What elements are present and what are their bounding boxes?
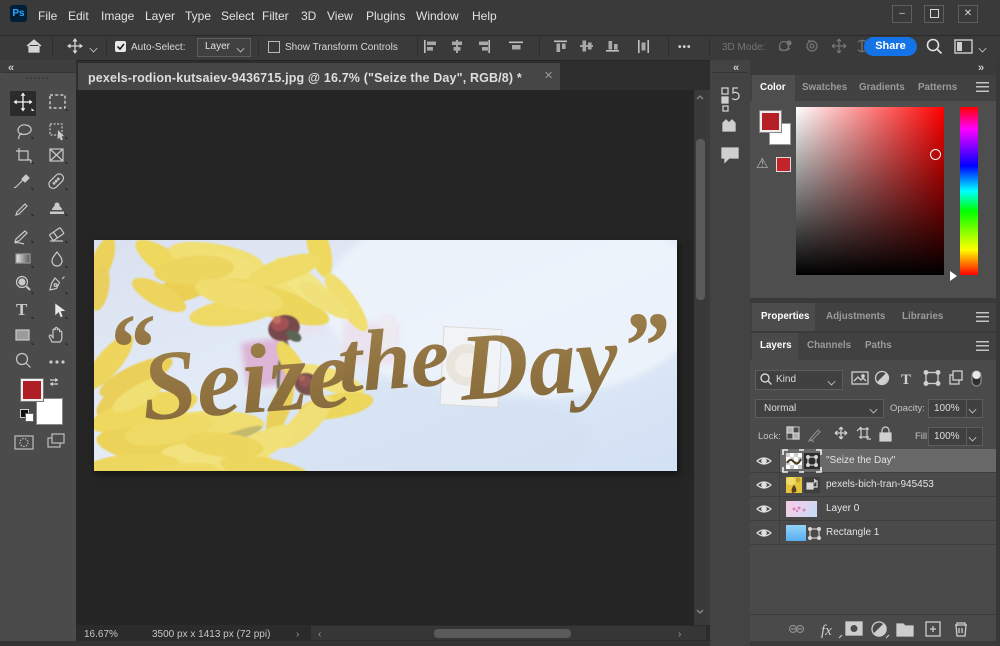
svg-text:T: T [901,372,911,388]
svg-text:fx: fx [821,623,832,639]
svg-text:T: T [16,300,28,319]
